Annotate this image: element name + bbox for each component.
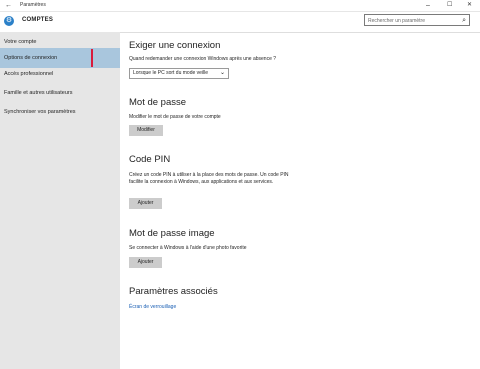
chevron-down-icon: ⌄ [219, 70, 225, 76]
section-heading-related: Paramètres associés [129, 286, 218, 297]
section-heading-require: Exiger une connexion [129, 40, 221, 51]
section-heading-pin: Code PIN [129, 154, 171, 165]
sidebar-item-label: Synchroniser vos paramètres [4, 109, 76, 115]
sidebar-item-synchroniser[interactable]: Synchroniser vos paramètres [0, 102, 120, 122]
search-input[interactable] [368, 16, 454, 25]
add-pin-button[interactable]: Ajouter [129, 198, 162, 209]
back-arrow-icon[interactable]: ← [5, 1, 12, 10]
sidebar-item-label: Accès professionnel [4, 71, 54, 77]
sidebar-item-label: Famille et autres utilisateurs [4, 90, 73, 96]
search-box[interactable]: ⌕ [364, 14, 470, 26]
gear-icon: ⚙ [4, 16, 14, 26]
sidebar: Votre compte Options de connexion Accès … [0, 32, 120, 369]
pin-description: Créez un code PIN à utiliser à la place … [129, 172, 289, 185]
lock-screen-link[interactable]: Écran de verrouillage [129, 304, 176, 310]
add-picture-password-button[interactable]: Ajouter [129, 257, 162, 268]
page-title: COMPTES [22, 17, 54, 23]
picture-password-description: Se connecter à Windows à l'aide d'une ph… [129, 245, 247, 251]
sidebar-item-label: Votre compte [4, 39, 37, 45]
require-question: Quand redemander une connexion Windows a… [129, 56, 277, 62]
close-icon[interactable]: ✕ [467, 1, 472, 10]
sidebar-item-acces-professionnel[interactable]: Accès professionnel [0, 64, 120, 84]
require-signin-dropdown[interactable]: Lorsque le PC sort du mode veille ⌄ [129, 68, 229, 79]
sidebar-item-famille[interactable]: Famille et autres utilisateurs [0, 83, 120, 103]
section-heading-password: Mot de passe [129, 97, 187, 108]
window-title: Paramètres [20, 2, 46, 8]
dropdown-value: Lorsque le PC sort du mode veille [133, 70, 209, 76]
maximize-icon[interactable]: ☐ [447, 1, 452, 10]
modify-password-button[interactable]: Modifier [129, 125, 163, 136]
search-icon[interactable]: ⌕ [462, 16, 466, 25]
title-bar: ← Paramètres – ☐ ✕ [0, 0, 480, 12]
password-description: Modifier le mot de passe de votre compte [129, 114, 221, 120]
minimize-icon[interactable]: – [426, 1, 430, 10]
section-heading-picture-password: Mot de passe image [129, 228, 215, 239]
sidebar-item-label: Options de connexion [4, 55, 58, 61]
